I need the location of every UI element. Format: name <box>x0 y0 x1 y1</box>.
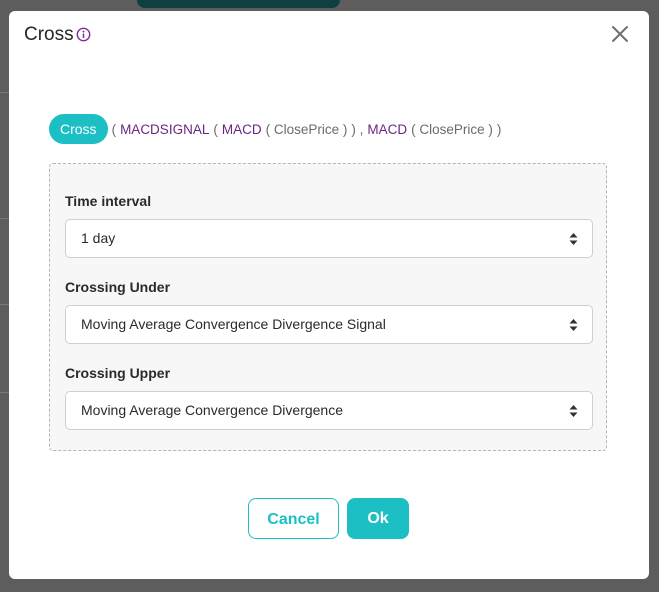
crossing-under-value: Moving Average Convergence Divergence Si… <box>81 316 386 332</box>
expression-function[interactable]: MACDSIGNAL <box>120 122 209 137</box>
time-interval-label: Time interval <box>65 193 152 209</box>
crossing-upper-label: Crossing Upper <box>65 365 171 381</box>
info-icon[interactable] <box>76 27 91 42</box>
sort-arrows-icon <box>569 405 578 417</box>
formula-function-pill[interactable]: Cross <box>49 114 108 144</box>
expression-token: ) <box>496 121 502 137</box>
background-divider <box>0 92 9 93</box>
ok-button[interactable]: Ok <box>347 498 409 539</box>
background-divider <box>0 218 9 219</box>
crossing-upper-select[interactable]: Moving Average Convergence Divergence <box>65 391 593 430</box>
time-interval-select[interactable]: 1 day <box>65 219 593 258</box>
cancel-button[interactable]: Cancel <box>248 498 339 539</box>
sort-arrows-icon <box>569 319 578 331</box>
crossing-under-select[interactable]: Moving Average Convergence Divergence Si… <box>65 305 593 344</box>
dialog-header: Cross <box>9 11 649 61</box>
crossing-upper-value: Moving Average Convergence Divergence <box>81 402 344 418</box>
sort-arrows-icon <box>569 233 578 245</box>
expression-argument[interactable]: ( ClosePrice ) <box>411 122 493 137</box>
expression-argument[interactable]: ( ClosePrice ) <box>266 122 348 137</box>
close-icon[interactable] <box>609 23 631 45</box>
cross-dialog: Cross Cross ( MACDSIGNAL ( MACD ( CloseP… <box>9 11 649 579</box>
expression-token: ( <box>213 121 218 137</box>
background-divider <box>0 304 9 305</box>
formula-expression: Cross ( MACDSIGNAL ( MACD ( ClosePrice )… <box>49 114 501 144</box>
background-divider <box>0 392 9 393</box>
dialog-title: Cross <box>24 24 74 45</box>
expression-token: ( <box>111 121 117 137</box>
parameters-panel: Time interval 1 day Crossing Under Movin… <box>49 163 607 451</box>
crossing-under-label: Crossing Under <box>65 279 171 295</box>
expression-function[interactable]: MACD <box>367 122 407 137</box>
time-interval-value: 1 day <box>81 230 116 246</box>
expression-token: ) , <box>351 121 364 137</box>
background-tab <box>137 0 340 8</box>
expression-function[interactable]: MACD <box>222 122 262 137</box>
